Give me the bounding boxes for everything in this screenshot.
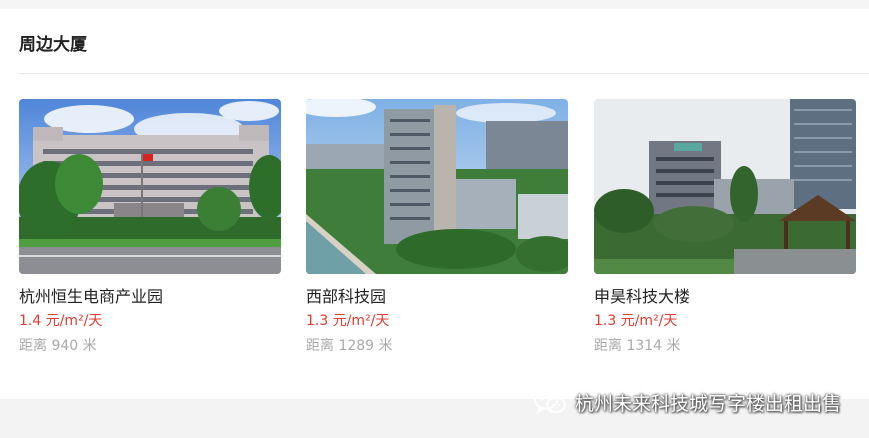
building-name-3[interactable]: 申昊科技大楼 xyxy=(594,286,856,308)
watermark: 杭州未来科技城写字楼出租出售 xyxy=(533,389,841,415)
building-card-3[interactable]: 申昊科技大楼 1.3 元/m²/天 距离 1314 米 xyxy=(594,99,856,356)
top-strip xyxy=(0,0,869,9)
divider xyxy=(19,73,869,74)
building-price-3: 1.3 元/m²/天 xyxy=(594,313,678,329)
building-photo-1[interactable] xyxy=(19,99,281,274)
watermark-text: 杭州未来科技城写字楼出租出售 xyxy=(574,392,841,415)
building-price-2: 1.3 元/m²/天 xyxy=(306,313,390,329)
building-photo-3[interactable] xyxy=(594,99,856,274)
building-distance-2: 距离 1289 米 xyxy=(306,338,393,354)
building-card-2[interactable]: 西部科技园 1.3 元/m²/天 距离 1289 米 xyxy=(306,99,568,356)
building-photo-2[interactable] xyxy=(306,99,568,274)
wechat-icon xyxy=(533,390,567,414)
building-distance-3: 距离 1314 米 xyxy=(594,338,681,354)
section-title: 周边大厦 xyxy=(19,35,87,55)
building-name-2[interactable]: 西部科技园 xyxy=(306,286,568,308)
building-distance-1: 距离 940 米 xyxy=(19,338,97,354)
building-name-1[interactable]: 杭州恒生电商产业园 xyxy=(19,286,281,308)
building-card-1[interactable]: 杭州恒生电商产业园 1.4 元/m²/天 距离 940 米 xyxy=(19,99,281,356)
building-price-1: 1.4 元/m²/天 xyxy=(19,313,103,329)
